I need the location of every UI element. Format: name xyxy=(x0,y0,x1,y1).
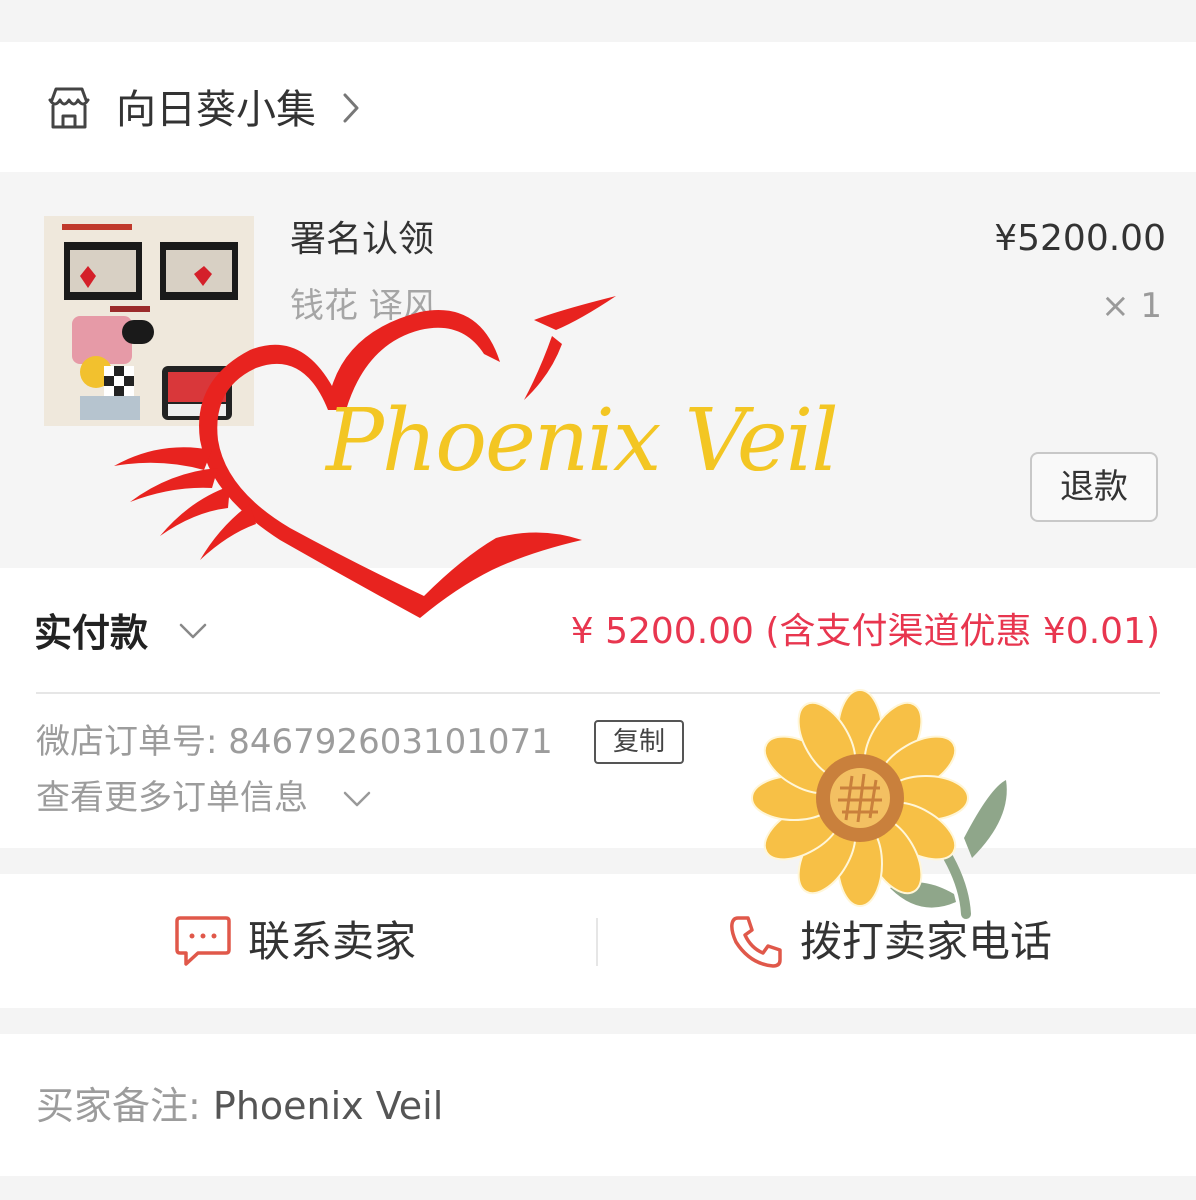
refund-button[interactable]: 退款 xyxy=(1030,452,1158,522)
buyer-note-section: 买家备注: Phoenix Veil xyxy=(0,1034,1196,1176)
shop-header[interactable]: 向日葵小集 xyxy=(0,42,1196,172)
paid-amount-label[interactable]: 实付款 xyxy=(34,608,148,658)
product-thumbnail[interactable] xyxy=(44,216,254,426)
shop-icon xyxy=(46,86,92,130)
contact-bar: 联系卖家 拨打卖家电话 xyxy=(0,874,1196,1008)
buyer-note: 买家备注: Phoenix Veil xyxy=(36,1080,443,1132)
product-spec: 钱花 译风 xyxy=(290,286,437,326)
product-price: ¥5200.00 xyxy=(994,218,1166,259)
payment-section: 实付款 ¥ 5200.00 (含支付渠道优惠 ¥0.01) 微店订单号: 846… xyxy=(0,568,1196,848)
product-quantity: × 1 xyxy=(1101,286,1162,326)
contact-seller-button[interactable]: 联系卖家 xyxy=(248,912,416,972)
product-title: 署名认领 xyxy=(290,219,435,260)
buyer-note-label: 买家备注: xyxy=(36,1084,201,1128)
chevron-down-icon[interactable] xyxy=(342,788,372,810)
copy-button[interactable]: 复制 xyxy=(594,720,684,764)
order-number-label: 微店订单号: xyxy=(36,722,218,762)
order-item[interactable]: 署名认领 钱花 译风 ¥5200.00 × 1 退款 xyxy=(0,172,1196,568)
more-order-info-link[interactable]: 查看更多订单信息 xyxy=(36,774,308,822)
buyer-note-value: Phoenix Veil xyxy=(212,1084,444,1128)
divider xyxy=(596,918,598,966)
order-number: 微店订单号: 846792603101071 xyxy=(36,718,553,766)
phone-icon[interactable] xyxy=(728,914,784,970)
call-seller-button[interactable]: 拨打卖家电话 xyxy=(800,912,1052,972)
chevron-down-icon[interactable] xyxy=(178,620,208,642)
order-number-value: 846792603101071 xyxy=(228,722,553,762)
paid-amount: ¥ 5200.00 (含支付渠道优惠 ¥0.01) xyxy=(570,611,1160,652)
chevron-right-icon[interactable] xyxy=(338,88,364,128)
divider xyxy=(36,692,1160,694)
chat-bubble-icon[interactable] xyxy=(174,914,232,968)
shop-name[interactable]: 向日葵小集 xyxy=(116,82,316,138)
